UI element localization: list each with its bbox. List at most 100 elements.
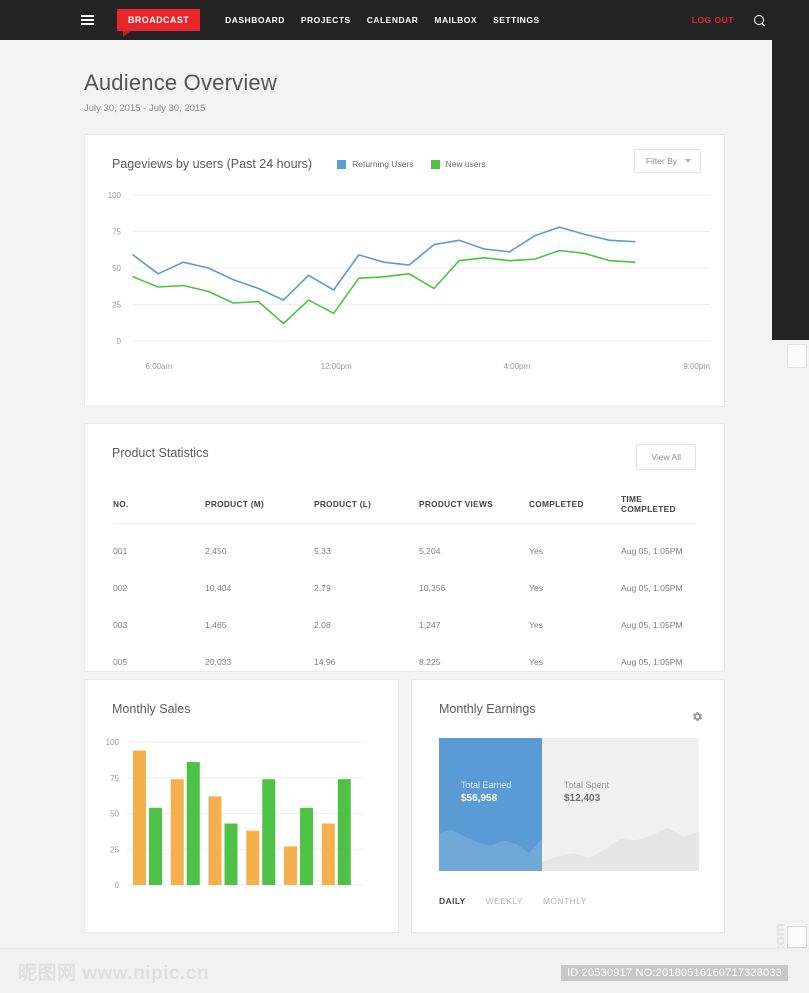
column-header-product-views: PRODUCT VIEWS bbox=[419, 494, 529, 524]
table-cell: 10,404 bbox=[205, 583, 232, 593]
svg-text:75: 75 bbox=[112, 228, 121, 237]
pageviews-chart-header: Pageviews by users (Past 24 hours) Retur… bbox=[85, 135, 724, 173]
tab-weekly[interactable]: WEEKLY bbox=[486, 896, 523, 906]
nav-item-settings[interactable]: SETTINGS bbox=[493, 15, 540, 25]
table-cell: Aug 05, 1:05PM bbox=[621, 657, 683, 667]
nav-right-group: LOG OUT bbox=[692, 14, 765, 26]
table-cell: 1,465 bbox=[205, 620, 227, 630]
monthly-earnings-card: Monthly Earnings Total Earned $56,958 To… bbox=[411, 679, 725, 933]
table-header-row: NO. PRODUCT (M) PRODUCT (L) PRODUCT VIEW… bbox=[113, 494, 696, 524]
logout-link[interactable]: LOG OUT bbox=[692, 15, 734, 25]
table-cell: 8.225 bbox=[419, 657, 441, 667]
monthly-sales-bar-chart: 0 25 50 75 100 bbox=[106, 738, 363, 890]
filter-by-label: Filter By bbox=[645, 156, 677, 166]
monthly-sales-title: Monthly Sales bbox=[112, 702, 191, 716]
top-navigation-bar: BROADCAST DASHBOARD PROJECTS CALENDAR MA… bbox=[0, 0, 809, 40]
hamburger-bar bbox=[81, 23, 94, 25]
svg-text:4:00pm: 4:00pm bbox=[503, 362, 530, 371]
nav-item-calendar[interactable]: CALENDAR bbox=[367, 15, 419, 25]
monthly-sales-card: Monthly Sales 0 25 50 75 100 bbox=[84, 679, 399, 933]
table-cell: 005 bbox=[113, 657, 128, 667]
search-icon[interactable] bbox=[754, 14, 765, 26]
table-cell: 14.96 bbox=[314, 657, 336, 667]
table-cell: Aug 05, 1:05PM bbox=[621, 583, 683, 593]
date-range-label: July 30, 2015 - July 30, 2015 bbox=[84, 103, 206, 114]
earnings-period-tabs: DAILY WEEKLY MONTHLY bbox=[439, 896, 587, 906]
table-row: 001 2,450 5.33 5,204 Yes Aug 05, 1:05PM bbox=[113, 524, 696, 566]
table-cell: 10,356 bbox=[419, 583, 446, 593]
svg-text:100: 100 bbox=[108, 191, 122, 200]
hamburger-bar bbox=[81, 15, 94, 17]
tab-monthly[interactable]: MONTHLY bbox=[543, 896, 587, 906]
table-cell: Yes bbox=[529, 657, 544, 667]
legend-item-new-users: New users bbox=[430, 159, 486, 169]
watermark-site-logo: 昵图网 www.nipic.cn bbox=[18, 963, 209, 984]
broadcast-badge[interactable]: BROADCAST bbox=[117, 9, 201, 37]
broadcast-badge-wrapper: BROADCAST bbox=[117, 9, 201, 37]
table-cell: 2.08 bbox=[314, 620, 331, 630]
table-cell: Yes bbox=[529, 583, 544, 593]
legend-swatch-new-users bbox=[430, 159, 440, 169]
legend-item-returning-users: Returning Users bbox=[337, 159, 414, 169]
product-statistics-table: NO. PRODUCT (M) PRODUCT (L) PRODUCT VIEW… bbox=[113, 494, 696, 676]
main-nav-links: DASHBOARD PROJECTS CALENDAR MAILBOX SETT… bbox=[225, 15, 540, 25]
column-header-product-l: PRODUCT (L) bbox=[314, 494, 419, 524]
table-cell: Yes bbox=[529, 620, 544, 630]
nav-item-mailbox[interactable]: MAILBOX bbox=[434, 15, 477, 25]
svg-text:25: 25 bbox=[112, 301, 121, 310]
table-cell: 003 bbox=[113, 620, 128, 630]
hamburger-bar bbox=[81, 19, 94, 21]
legend-label-returning-users: Returning Users bbox=[352, 159, 414, 169]
table-row: 003 1,465 2.08 1,247 Yes Aug 05, 1:05PM bbox=[113, 602, 696, 639]
legend-swatch-returning-users bbox=[337, 159, 347, 169]
tab-daily[interactable]: DAILY bbox=[439, 896, 466, 906]
page-title: Audience Overview bbox=[84, 70, 277, 95]
svg-text:100: 100 bbox=[106, 738, 120, 747]
monthly-earnings-title: Monthly Earnings bbox=[439, 702, 536, 716]
nav-item-projects[interactable]: PROJECTS bbox=[301, 15, 351, 25]
column-header-product-m: PRODUCT (M) bbox=[205, 494, 314, 524]
page-header: Audience Overview July 30, 2015 - July 3… bbox=[84, 70, 277, 114]
monthly-earnings-header: Monthly Earnings bbox=[412, 680, 724, 716]
nav-item-dashboard[interactable]: DASHBOARD bbox=[225, 15, 285, 25]
table-cell: 20,033 bbox=[205, 657, 232, 667]
watermark-corner-box-bottom bbox=[787, 926, 807, 948]
table-row: 002 10,404 2.79 10,356 Yes Aug 05, 1:05PM bbox=[113, 565, 696, 602]
view-all-button[interactable]: View All bbox=[636, 444, 696, 470]
svg-text:0: 0 bbox=[115, 881, 120, 890]
svg-text:25: 25 bbox=[110, 845, 119, 854]
svg-text:0: 0 bbox=[117, 337, 122, 346]
table-cell: 2,450 bbox=[205, 546, 227, 556]
monthly-sales-header: Monthly Sales bbox=[85, 680, 398, 716]
total-earned-value: $56,958 bbox=[461, 793, 498, 804]
column-header-no: NO. bbox=[113, 494, 205, 524]
table-body: 001 2,450 5.33 5,204 Yes Aug 05, 1:05PM 002 10,… bbox=[113, 524, 696, 677]
total-spent-panel[interactable]: Total Spent $12,403 bbox=[542, 738, 699, 871]
table-cell: 5.33 bbox=[314, 546, 331, 556]
pageviews-line-chart: 0 25 50 75 100 6:00am 12:00pm 4:00pm 9:00pm bbox=[108, 191, 711, 371]
table-cell: 001 bbox=[113, 546, 128, 556]
total-spent-label: Total Spent bbox=[564, 780, 610, 790]
total-earned-label: Total Earned bbox=[461, 780, 512, 790]
pageviews-chart-legend: Returning Users New users bbox=[337, 159, 486, 169]
table-header: NO. PRODUCT (M) PRODUCT (L) PRODUCT VIEW… bbox=[113, 494, 696, 524]
svg-text:12:00pm: 12:00pm bbox=[321, 362, 352, 371]
table-cell: 2.79 bbox=[314, 583, 331, 593]
watermark-corner-box-top bbox=[787, 344, 807, 368]
watermark-right-strip bbox=[772, 0, 809, 340]
gear-icon[interactable] bbox=[692, 711, 703, 722]
table-cell: Aug 05, 1:05PM bbox=[621, 620, 683, 630]
svg-text:75: 75 bbox=[110, 774, 119, 783]
table-cell: Yes bbox=[529, 546, 544, 556]
watermark-id-label: ID:20530917 NO:20180516160717338033 bbox=[561, 965, 788, 981]
product-statistics-card: Product Statistics View All NO. PRODUCT … bbox=[84, 423, 725, 672]
total-earned-panel[interactable]: Total Earned $56,958 bbox=[439, 738, 542, 871]
hamburger-menu-icon[interactable] bbox=[81, 15, 94, 25]
table-cell: 1,247 bbox=[419, 620, 441, 630]
pageviews-chart-card: Pageviews by users (Past 24 hours) Retur… bbox=[84, 134, 725, 407]
total-spent-value: $12,403 bbox=[564, 793, 601, 804]
table-cell: 002 bbox=[113, 583, 128, 593]
svg-text:50: 50 bbox=[112, 264, 121, 273]
filter-by-dropdown[interactable]: Filter By bbox=[633, 149, 701, 173]
total-spent-area-sparkline bbox=[542, 827, 699, 871]
